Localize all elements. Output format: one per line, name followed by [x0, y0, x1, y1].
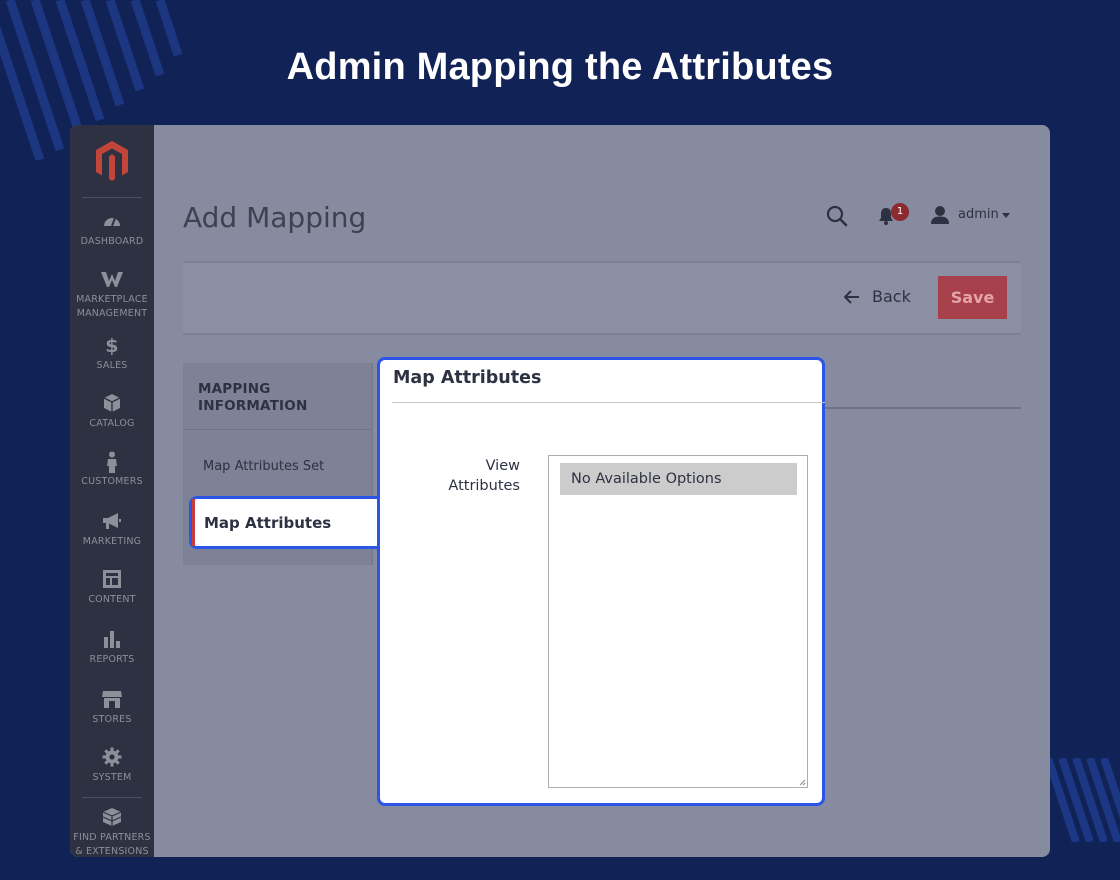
cubes-icon: [70, 807, 154, 829]
megaphone-icon: [70, 511, 154, 533]
sidebar-item-label: CONTENT: [88, 594, 136, 605]
magento-logo[interactable]: [94, 140, 130, 182]
store-icon: [70, 689, 154, 711]
bar-chart-icon: [70, 629, 154, 651]
tabs-section-title: MAPPING INFORMATION: [198, 381, 308, 414]
sidebar-item-customers[interactable]: CUSTOMERS: [70, 451, 154, 489]
user-icon: [931, 206, 949, 224]
sidebar-divider: [82, 197, 142, 198]
tabs-divider: [183, 429, 371, 430]
back-button-label: Back: [872, 287, 911, 306]
chevron-down-icon: [1002, 213, 1010, 218]
sidebar-item-reports[interactable]: REPORTS: [70, 629, 154, 667]
sidebar-item-label: FIND PARTNERS & EXTENSIONS: [73, 832, 151, 857]
view-attributes-multiselect[interactable]: No Available Options: [548, 455, 808, 788]
tab-map-attributes[interactable]: Map Attributes: [189, 496, 383, 549]
save-button[interactable]: Save: [938, 276, 1007, 319]
notification-count-badge: 1: [891, 203, 909, 221]
sidebar-item-sales[interactable]: $ SALES: [70, 335, 154, 373]
sidebar-item-marketing[interactable]: MARKETING: [70, 511, 154, 549]
svg-text:$: $: [105, 335, 118, 355]
actions-divider: [183, 333, 1021, 335]
banner-title: Admin Mapping the Attributes: [286, 46, 834, 88]
user-name: admin: [958, 207, 999, 222]
sidebar-divider: [82, 797, 142, 798]
sidebar-item-label: CATALOG: [89, 418, 135, 429]
person-icon: [70, 451, 154, 473]
sidebar-item-dashboard[interactable]: DASHBOARD: [70, 211, 154, 249]
sidebar-item-marketplace[interactable]: MARKETPLACE MANAGEMENT: [70, 269, 154, 321]
sidebar-item-label: CUSTOMERS: [81, 476, 143, 487]
resize-handle-icon[interactable]: [799, 779, 806, 786]
sidebar-item-system[interactable]: SYSTEM: [70, 747, 154, 785]
gear-icon: [70, 747, 154, 769]
sidebar-item-label: DASHBOARD: [80, 236, 144, 247]
sidebar-item-catalog[interactable]: CATALOG: [70, 393, 154, 431]
sidebar-item-label: MARKETPLACE MANAGEMENT: [76, 294, 148, 319]
layout-icon: [70, 569, 154, 591]
panel-title: Map Attributes: [393, 368, 542, 388]
sidebar-item-label: SYSTEM: [92, 772, 132, 783]
select-option[interactable]: No Available Options: [560, 463, 797, 495]
sidebar-item-content[interactable]: CONTENT: [70, 569, 154, 607]
notifications-button[interactable]: 1: [878, 203, 912, 229]
decorative-stripes: [1048, 758, 1120, 842]
dollar-icon: $: [70, 335, 154, 357]
user-menu[interactable]: admin: [930, 205, 1010, 227]
sidebar-item-label: MARKETING: [82, 536, 142, 547]
sidebar-item-stores[interactable]: STORES: [70, 689, 154, 727]
sidebar-item-label: STORES: [92, 714, 132, 725]
sidebar: DASHBOARD MARKETPLACE MANAGEMENT $ SALES…: [70, 125, 154, 857]
tab-label: Map Attributes: [204, 514, 332, 532]
search-icon[interactable]: [826, 205, 848, 227]
sidebar-item-find-partners[interactable]: FIND PARTNERS & EXTENSIONS: [70, 807, 154, 857]
arrow-left-icon: [844, 290, 859, 304]
view-attributes-label: View Attributes: [448, 458, 520, 494]
box-icon: [70, 393, 154, 415]
page-title: Add Mapping: [183, 201, 367, 234]
sidebar-item-label: REPORTS: [89, 654, 135, 665]
dashboard-icon: [70, 211, 154, 233]
content-divider: [825, 407, 1021, 409]
map-attributes-panel: Map Attributes View Attributes No Availa…: [377, 357, 825, 806]
tab-map-attributes-set[interactable]: Map Attributes Set: [203, 459, 324, 474]
marketplace-icon: [70, 269, 154, 291]
panel-divider: [392, 402, 825, 403]
sidebar-item-label: SALES: [96, 360, 128, 371]
